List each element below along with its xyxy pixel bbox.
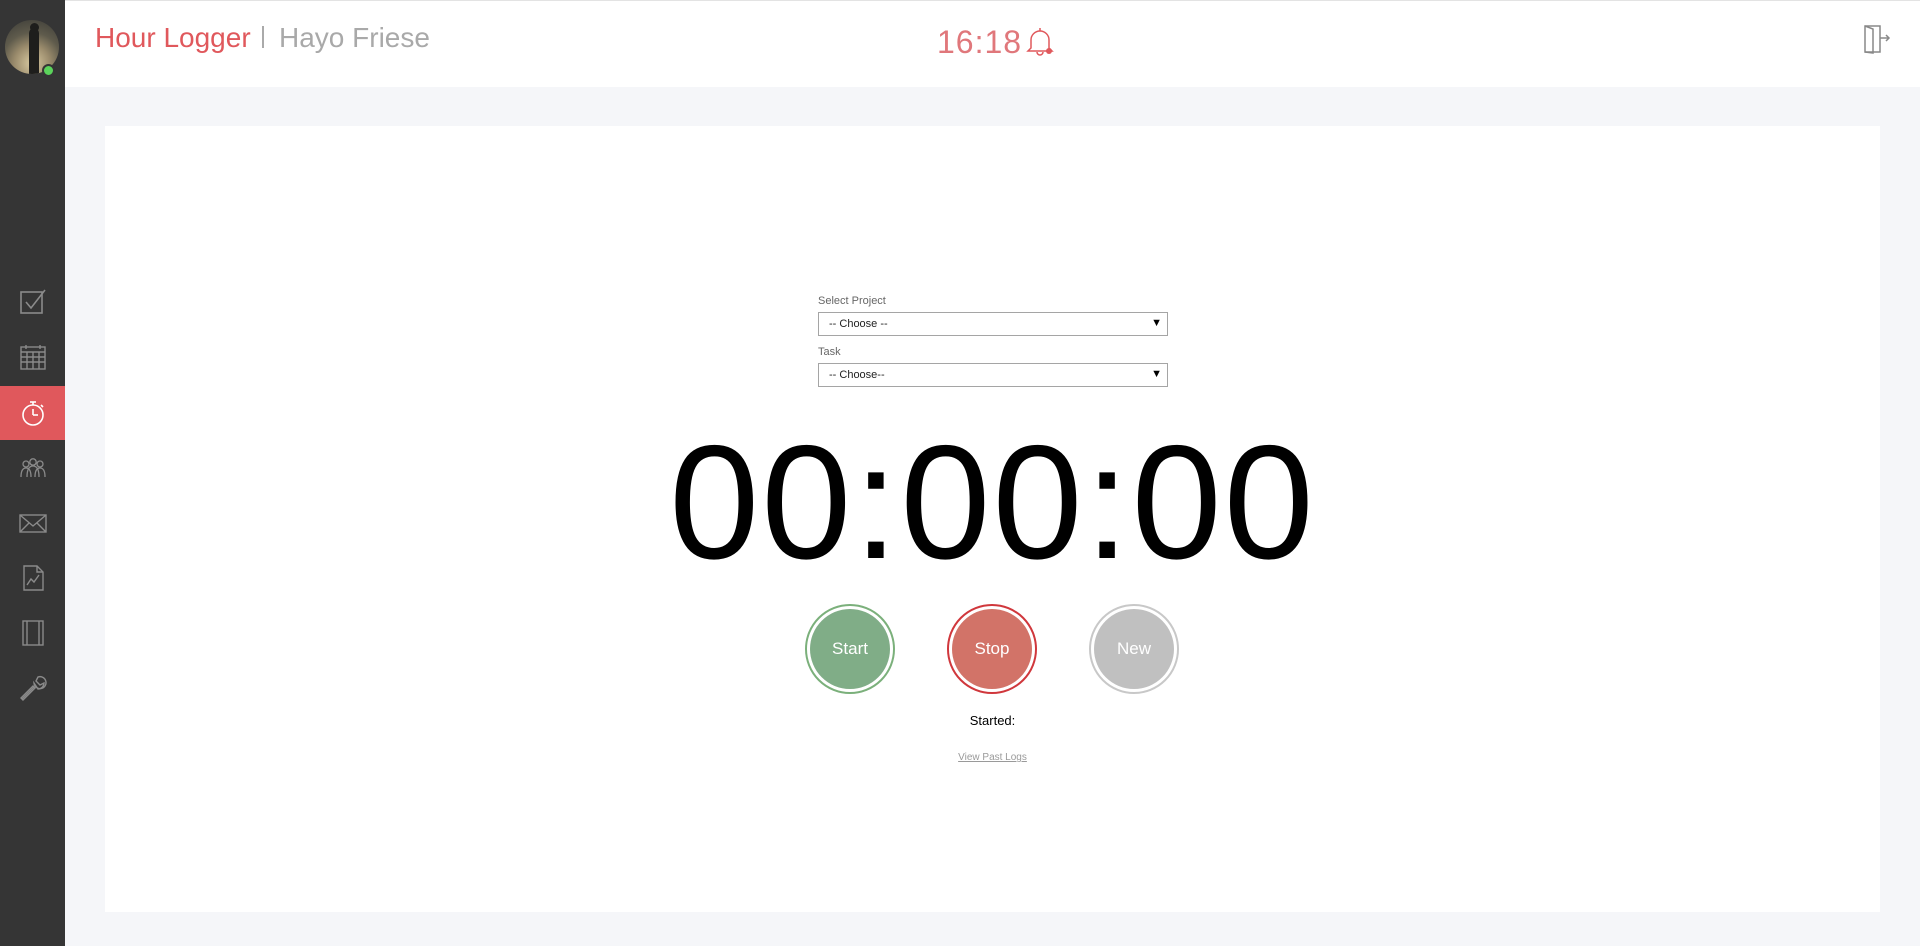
- project-select[interactable]: -- Choose -- ▼: [818, 312, 1168, 336]
- started-status: Started:: [0, 713, 1920, 728]
- online-status-dot: [42, 64, 55, 77]
- sidebar-item-calendar[interactable]: [0, 330, 65, 384]
- sidebar-item-notebook[interactable]: [0, 606, 65, 660]
- task-select[interactable]: -- Choose-- ▼: [818, 363, 1168, 387]
- header-clock: 16:18: [937, 24, 1023, 60]
- notification-bell-icon[interactable]: [1025, 25, 1055, 57]
- sidebar-item-tasks[interactable]: [0, 275, 65, 329]
- checkbox-icon: [19, 289, 46, 314]
- start-button-label: Start: [832, 639, 868, 658]
- title-separator: [262, 26, 264, 48]
- top-header: Hour Logger Hayo Friese 16:18: [65, 0, 1920, 87]
- view-past-logs-link[interactable]: View Past Logs: [0, 752, 1920, 763]
- wrench-icon: [19, 675, 47, 701]
- new-button-label: New: [1116, 639, 1151, 658]
- task-label: Task: [818, 346, 841, 358]
- task-select-value: -- Choose--: [829, 369, 885, 381]
- start-button[interactable]: Start: [805, 604, 895, 694]
- new-button[interactable]: New: [1089, 604, 1179, 694]
- user-name: Hayo Friese: [279, 22, 430, 53]
- timer-display: 00:00:00: [669, 412, 1316, 593]
- chevron-down-icon: ▼: [1151, 317, 1162, 329]
- notebook-icon: [21, 620, 44, 646]
- calendar-icon: [19, 345, 46, 370]
- logout-icon[interactable]: [1860, 23, 1892, 55]
- started-label: Started:: [969, 713, 1016, 728]
- chevron-down-icon: ▼: [1151, 368, 1162, 380]
- stop-button[interactable]: Stop: [947, 604, 1037, 694]
- project-select-value: -- Choose --: [829, 318, 888, 330]
- app-title: Hour Logger: [95, 22, 251, 53]
- avatar-figure-body: [29, 28, 39, 74]
- project-label: Select Project: [818, 295, 886, 307]
- stop-button-label: Stop: [974, 639, 1010, 658]
- sidebar-item-settings[interactable]: [0, 661, 65, 715]
